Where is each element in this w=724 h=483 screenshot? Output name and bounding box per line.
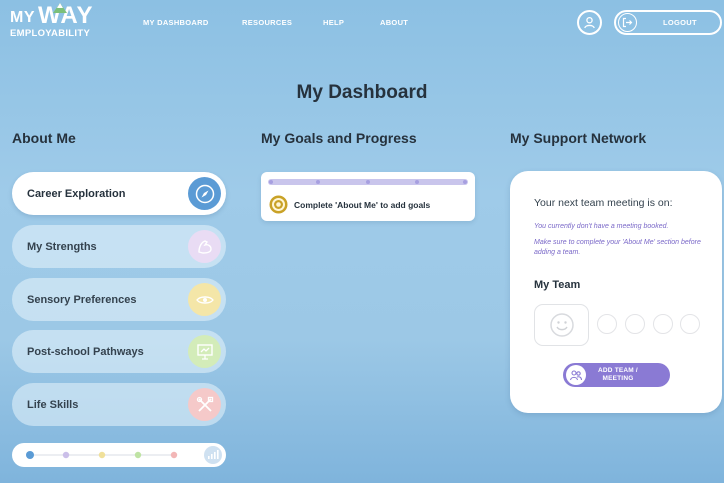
goals-progress-dot [463, 180, 467, 184]
top-navigation-bar: MY WAY EMPLOYABILITY MY DASHBOARD RESOUR… [0, 0, 724, 46]
tools-icon [188, 388, 221, 421]
about-item-my-strengths[interactable]: My Strengths [12, 225, 226, 268]
goals-heading: My Goals and Progress [261, 130, 417, 146]
progress-step-dot [170, 451, 178, 459]
next-meeting-title: Your next team meeting is on: [534, 197, 673, 209]
nav-help[interactable]: HELP [323, 18, 344, 27]
nav-resources[interactable]: RESOURCES [242, 18, 292, 27]
support-network-card: Your next team meeting is on: You curren… [510, 171, 722, 413]
logo[interactable]: MY WAY EMPLOYABILITY [10, 3, 93, 39]
team-slot [597, 314, 617, 334]
smiley-icon [549, 313, 574, 337]
profile-button[interactable] [577, 10, 602, 35]
logo-my-text: MY [10, 9, 35, 26]
no-meeting-note: You currently don't have a meeting booke… [534, 223, 669, 230]
compass-icon [188, 177, 221, 210]
goals-progress-dot [316, 180, 320, 184]
mountain-icon [53, 3, 67, 13]
team-slot [625, 314, 645, 334]
about-me-heading: About Me [12, 130, 76, 146]
target-icon [269, 195, 288, 214]
goals-progress-dot [415, 180, 419, 184]
goals-progress-dot [366, 180, 370, 184]
logout-label: LOGOUT [663, 18, 697, 27]
user-icon [584, 16, 595, 29]
add-team-label-line1: ADD TEAM / [598, 366, 638, 374]
nav-about[interactable]: ABOUT [380, 18, 408, 27]
about-item-label: Sensory Preferences [27, 293, 137, 306]
about-item-label: My Strengths [27, 240, 97, 253]
logout-icon [618, 13, 637, 32]
logout-button[interactable]: LOGOUT [614, 10, 722, 35]
progress-bars-icon-bar [214, 452, 216, 459]
goals-progress-track [268, 179, 468, 185]
add-team-meeting-button[interactable]: ADD TEAM / MEETING [563, 363, 670, 387]
team-slot [680, 314, 700, 334]
flexed-arm-icon [188, 230, 221, 263]
team-slot [653, 314, 673, 334]
my-team-heading: My Team [534, 279, 581, 291]
support-heading: My Support Network [510, 130, 647, 146]
about-item-life-skills[interactable]: Life Skills [12, 383, 226, 426]
presentation-board-icon [188, 335, 221, 368]
about-item-label: Career Exploration [27, 187, 126, 200]
progress-bars-icon-bar [217, 450, 219, 459]
progress-bars-icon-bar [211, 454, 213, 459]
goals-progress-dot [269, 180, 273, 184]
progress-bars-icon [204, 446, 222, 464]
logo-way-text: WAY [38, 3, 93, 28]
about-item-label: Life Skills [27, 398, 79, 411]
progress-bars-icon-bar [208, 456, 210, 459]
about-item-post-school-pathways[interactable]: Post-school Pathways [12, 330, 226, 373]
add-team-meeting-label: ADD TEAM / MEETING [598, 367, 638, 384]
goals-empty-text: Complete 'About Me' to add goals [294, 199, 431, 210]
about-item-sensory-preferences[interactable]: Sensory Preferences [12, 278, 226, 321]
goals-card: Complete 'About Me' to add goals [261, 172, 475, 221]
nav-my-dashboard[interactable]: MY DASHBOARD [143, 18, 209, 27]
progress-step-dot [134, 451, 142, 459]
progress-track [26, 446, 222, 464]
team-member-avatar [534, 304, 589, 346]
goals-empty-state: Complete 'About Me' to add goals [269, 195, 430, 214]
sensory-icon [188, 283, 221, 316]
about-item-career-exploration[interactable]: Career Exploration [12, 172, 226, 215]
complete-about-me-note: Make sure to complete your 'About Me' se… [534, 239, 701, 256]
progress-step-dot [26, 451, 34, 459]
about-item-label: Post-school Pathways [27, 345, 144, 358]
about-me-progress [12, 443, 226, 467]
progress-step-dot [62, 451, 70, 459]
logo-subtitle: EMPLOYABILITY [10, 28, 91, 39]
progress-step-dot [98, 451, 106, 459]
add-team-label-line2: MEETING [602, 375, 634, 382]
page-title: My Dashboard [296, 82, 428, 103]
team-group-icon [566, 365, 586, 385]
